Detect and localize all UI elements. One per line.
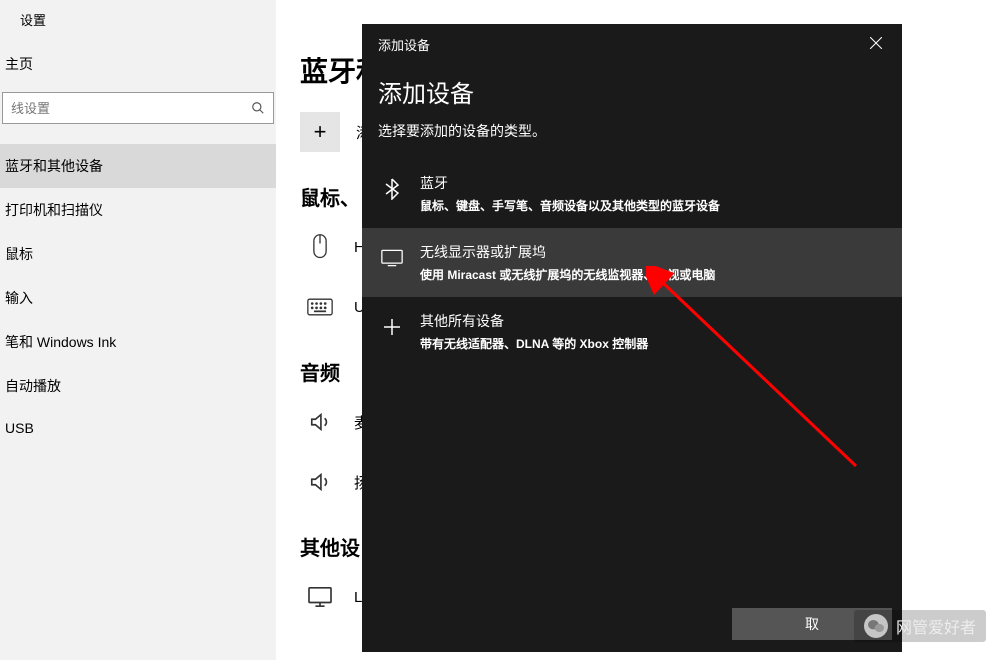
watermark-text: 网管爱好者	[896, 614, 976, 638]
home-link[interactable]: 主页	[0, 44, 276, 84]
sidebar-item-usb[interactable]: USB	[0, 408, 276, 448]
dialog-option-bluetooth[interactable]: 蓝牙 鼠标、键盘、手写笔、音频设备以及其他类型的蓝牙设备	[362, 159, 902, 228]
option-title: 无线显示器或扩展坞	[420, 242, 886, 262]
monitor-icon	[300, 577, 340, 617]
bluetooth-icon	[378, 173, 406, 205]
sidebar-item-pen[interactable]: 笔和 Windows Ink	[0, 320, 276, 364]
settings-title: 设置	[0, 5, 276, 44]
add-device-plus-icon[interactable]: +	[300, 112, 340, 152]
plus-icon	[378, 311, 406, 343]
search-box[interactable]	[2, 92, 274, 124]
sidebar-item-autoplay[interactable]: 自动播放	[0, 364, 276, 408]
option-text: 蓝牙 鼠标、键盘、手写笔、音频设备以及其他类型的蓝牙设备	[420, 173, 886, 214]
dialog-option-everything-else[interactable]: 其他所有设备 带有无线适配器、DLNA 等的 Xbox 控制器	[362, 297, 902, 366]
sidebar-item-mouse[interactable]: 鼠标	[0, 232, 276, 276]
search-input[interactable]	[3, 95, 243, 122]
watermark: 网管爱好者	[854, 610, 986, 642]
sidebar-item-typing[interactable]: 输入	[0, 276, 276, 320]
option-title: 蓝牙	[420, 173, 886, 193]
speaker-icon	[300, 402, 340, 442]
dialog-subtitle: 选择要添加的设备的类型。	[362, 117, 902, 159]
search-icon[interactable]	[243, 101, 273, 115]
mouse-icon	[300, 227, 340, 267]
add-device-dialog: 添加设备 添加设备 选择要添加的设备的类型。 蓝牙 鼠标、键盘、手写笔、音频设备…	[362, 24, 902, 652]
dialog-header-title: 添加设备	[378, 35, 430, 54]
keyboard-icon	[300, 287, 340, 327]
option-desc: 鼠标、键盘、手写笔、音频设备以及其他类型的蓝牙设备	[420, 197, 886, 214]
close-icon[interactable]	[864, 34, 888, 54]
sidebar-item-bluetooth[interactable]: 蓝牙和其他设备	[0, 144, 276, 188]
sidebar-item-printers[interactable]: 打印机和扫描仪	[0, 188, 276, 232]
option-desc: 使用 Miracast 或无线扩展坞的无线监视器、电视或电脑	[420, 266, 886, 283]
option-title: 其他所有设备	[420, 311, 886, 331]
dialog-title: 添加设备	[362, 62, 902, 117]
option-desc: 带有无线适配器、DLNA 等的 Xbox 控制器	[420, 335, 886, 352]
wechat-icon	[864, 614, 888, 638]
settings-sidebar: 设置 主页 蓝牙和其他设备 打印机和扫描仪 鼠标 输入 笔和 Windows I…	[0, 0, 276, 660]
option-text: 无线显示器或扩展坞 使用 Miracast 或无线扩展坞的无线监视器、电视或电脑	[420, 242, 886, 283]
option-text: 其他所有设备 带有无线适配器、DLNA 等的 Xbox 控制器	[420, 311, 886, 352]
display-icon	[378, 242, 406, 274]
dialog-header: 添加设备	[362, 24, 902, 62]
dialog-option-wireless-display[interactable]: 无线显示器或扩展坞 使用 Miracast 或无线扩展坞的无线监视器、电视或电脑	[362, 228, 902, 297]
speaker-icon	[300, 462, 340, 502]
